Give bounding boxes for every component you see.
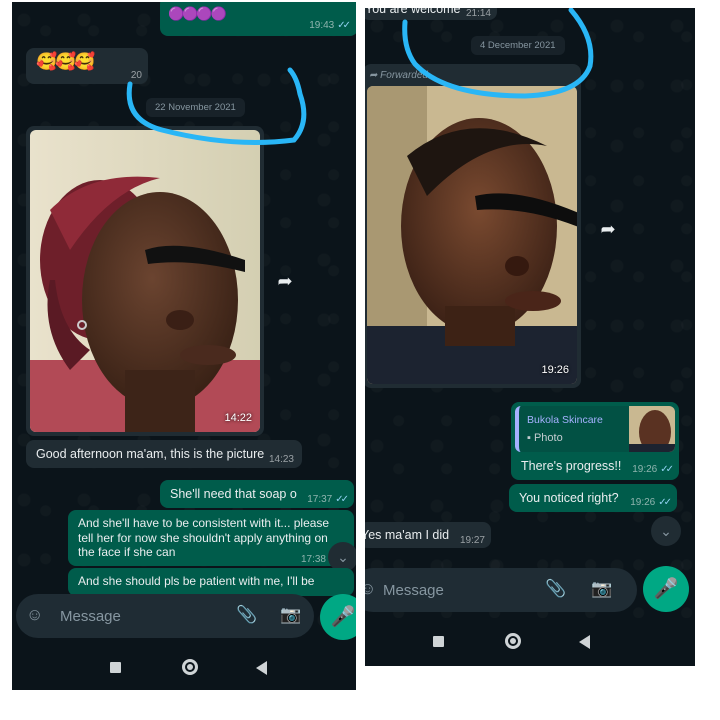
smiling-hearts-emojis: 🥰🥰🥰 <box>36 52 95 71</box>
message-input[interactable]: Message <box>383 582 444 599</box>
photo-time: 14:22 <box>224 412 252 424</box>
photo-icon: ▪ <box>527 432 531 444</box>
scroll-to-bottom-button[interactable]: ⌄ <box>651 516 681 546</box>
message-time: 17:37 <box>307 494 333 505</box>
mic-icon: 🎤 <box>653 578 679 600</box>
forward-icon: ➦ <box>369 70 378 81</box>
mic-button[interactable]: 🎤 <box>643 566 689 612</box>
message-time: 19:26 <box>630 497 656 508</box>
message-input-bar[interactable]: ☺ Message 📎 📷 <box>16 594 314 638</box>
date-chip: 22 November 2021 <box>146 98 245 117</box>
outgoing-text-message[interactable]: She'll need that soap o 17:37 ✓✓ <box>160 480 354 508</box>
message-text: You are welcome <box>365 8 461 16</box>
message-input-bar[interactable]: ☺ Message 📎 📷 <box>365 568 637 612</box>
incoming-forwarded-photo[interactable]: ➦ Forwarded 19:26 <box>365 64 581 388</box>
outgoing-text-message[interactable]: And she'll have to be consistent with it… <box>68 510 354 566</box>
message-text: Good afternoon ma'am, this is the pictur… <box>36 447 265 461</box>
mic-icon: 🎤 <box>330 606 356 628</box>
forward-icon[interactable]: ➦ <box>595 216 621 242</box>
nav-back-icon[interactable] <box>256 661 267 675</box>
chevron-down-icon: ⌄ <box>660 523 672 539</box>
android-nav-bar <box>365 618 695 666</box>
forwarded-label: ➦ Forwarded <box>369 70 428 81</box>
reply-photo-label: ▪ Photo <box>527 432 563 444</box>
nav-back-icon[interactable] <box>579 635 590 649</box>
incoming-text-message[interactable]: Yes ma'am I did 19:27 <box>365 522 491 548</box>
outgoing-text-message[interactable]: And she should pls be patient with me, I… <box>68 568 354 596</box>
message-time: 21:14 <box>465 8 491 19</box>
message-text: You noticed right? <box>519 491 619 505</box>
photo-time: 19:26 <box>541 364 569 376</box>
message-time: 19:26 <box>632 464 658 475</box>
outgoing-text-message[interactable]: You noticed right? 19:26 ✓✓ <box>509 484 677 512</box>
attach-icon[interactable]: 📎 <box>236 605 257 625</box>
incoming-emoji-bubble[interactable]: 🥰🥰🥰 20 <box>26 48 148 84</box>
purple-hearts: 🟣🟣🟣🟣 <box>168 6 227 21</box>
incoming-text-message[interactable]: Good afternoon ma'am, this is the pictur… <box>26 440 302 468</box>
emoji-icon[interactable]: ☺ <box>26 605 43 625</box>
reply-thumbnail <box>629 406 675 452</box>
message-text: And she should pls be patient with me, I… <box>78 574 315 588</box>
camera-icon[interactable]: 📷 <box>591 579 612 599</box>
right-chat-screenshot: You are welcome 21:14 4 December 2021 ➦ … <box>365 8 695 666</box>
double-check-icon: ✓✓ <box>335 494 349 505</box>
message-text: Yes ma'am I did <box>365 528 450 542</box>
forward-icon[interactable]: ➦ <box>272 268 298 294</box>
incoming-photo-message[interactable]: 14:22 <box>26 126 264 436</box>
message-input[interactable]: Message <box>60 608 121 625</box>
outgoing-emoji-bubble[interactable]: 🟣🟣🟣🟣 19:43 ✓✓ <box>160 2 356 36</box>
message-time: 19:43 <box>309 20 335 31</box>
nav-home-icon[interactable] <box>182 659 198 675</box>
date-chip: 4 December 2021 <box>471 36 565 55</box>
face-photo[interactable]: 14:22 <box>30 130 260 432</box>
message-text: She'll need that soap o <box>170 487 297 501</box>
reply-author: Bukola Skincare <box>527 414 603 426</box>
attach-icon[interactable]: 📎 <box>545 579 566 599</box>
message-text: There's progress!! <box>521 459 622 473</box>
outgoing-reply-message[interactable]: Bukola Skincare ▪ Photo There's progress… <box>511 402 679 480</box>
nav-recent-icon[interactable] <box>110 662 121 673</box>
camera-icon[interactable]: 📷 <box>280 605 301 625</box>
face-photo-image <box>30 130 260 432</box>
double-check-icon: ✓✓ <box>660 464 674 475</box>
reply-quote[interactable]: Bukola Skincare ▪ Photo <box>515 406 675 452</box>
emoji-icon[interactable]: ☺ <box>365 579 376 599</box>
double-check-icon: ✓✓ <box>337 20 351 31</box>
incoming-text-message[interactable]: You are welcome 21:14 <box>365 8 497 20</box>
chevron-down-icon: ⌄ <box>337 549 349 565</box>
message-time: 14:23 <box>268 454 294 465</box>
double-check-icon: ✓✓ <box>658 497 672 508</box>
nav-recent-icon[interactable] <box>433 636 444 647</box>
face-photo[interactable]: 19:26 <box>367 86 577 384</box>
message-time: 19:27 <box>459 535 485 546</box>
message-time: 20 <box>130 70 142 81</box>
message-time: 17:38 <box>300 554 326 565</box>
nav-home-icon[interactable] <box>505 633 521 649</box>
mic-button[interactable]: 🎤 <box>320 594 356 640</box>
face-photo-image <box>367 86 577 384</box>
left-chat-screenshot: 🟣🟣🟣🟣 19:43 ✓✓ 🥰🥰🥰 20 22 November 2021 14… <box>12 2 356 690</box>
android-nav-bar <box>12 642 356 690</box>
